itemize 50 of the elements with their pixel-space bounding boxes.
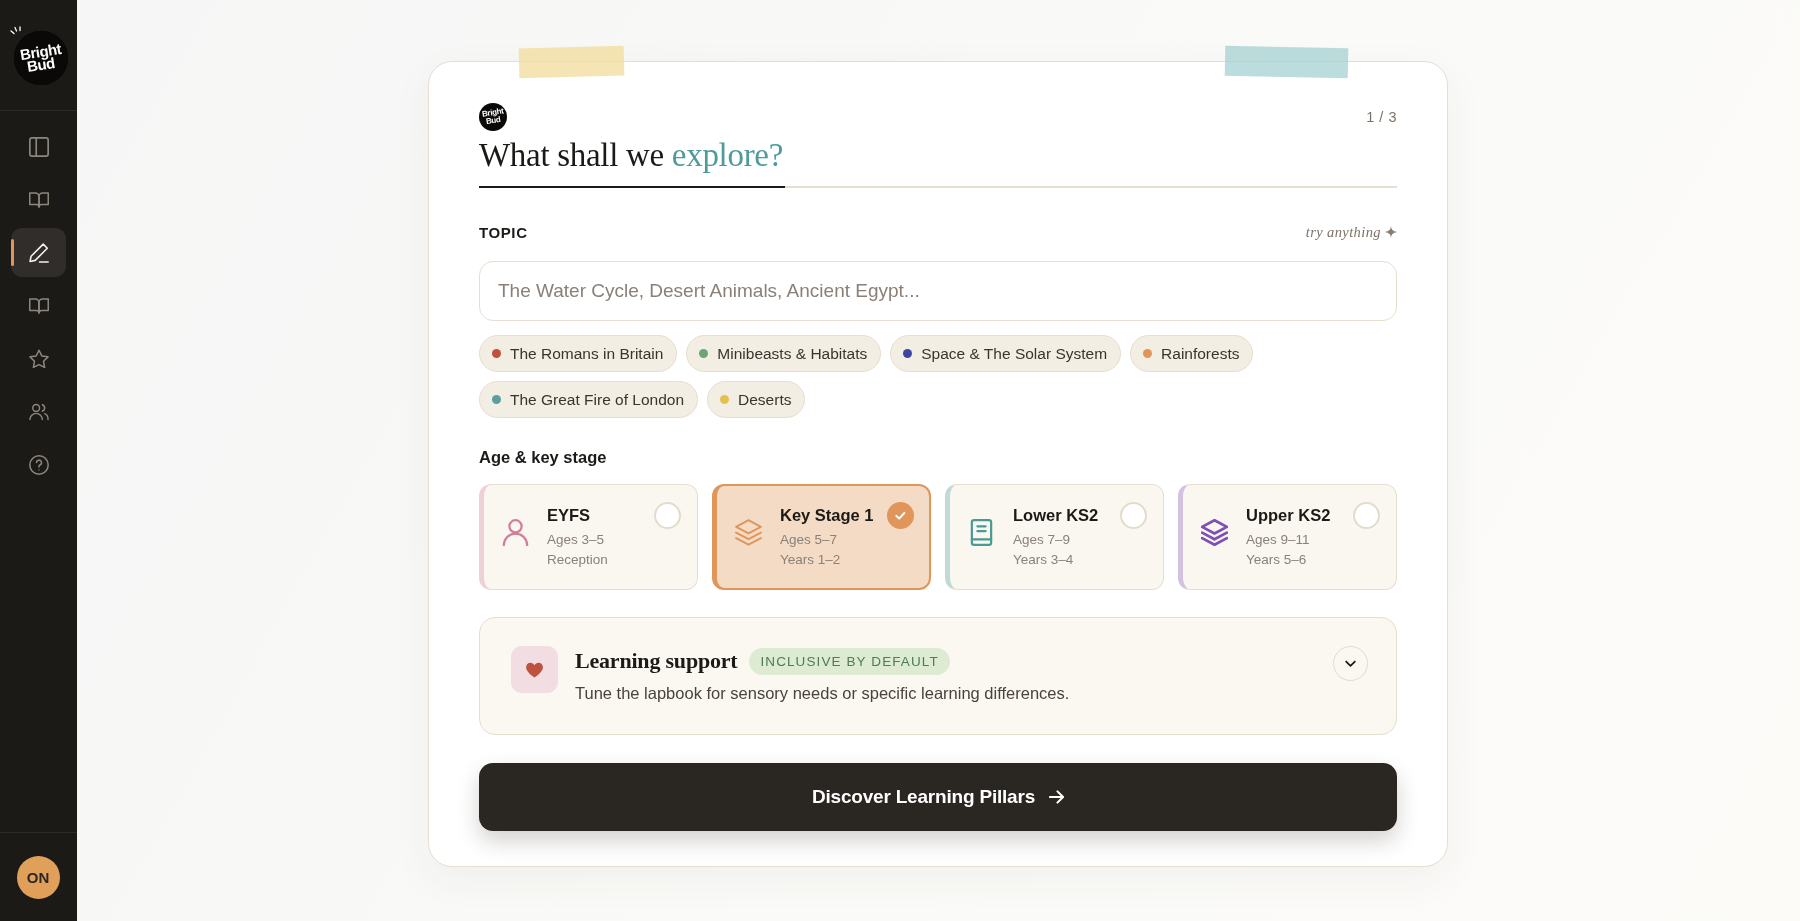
arrow-right-icon (1049, 790, 1065, 804)
option-title: Lower KS2 (1013, 505, 1099, 526)
section-label: Age & key stage (479, 447, 608, 468)
radio-empty-icon (654, 502, 681, 529)
option-detail: Years 3–4 (1013, 551, 1074, 569)
topic-chip[interactable]: The Romans in Britain (479, 335, 678, 372)
chevron-down-icon (1345, 660, 1356, 667)
topic-chip[interactable]: Minibeasts & Habitats (686, 335, 882, 372)
pencil-icon (28, 242, 49, 263)
option-detail: Ages 9–11 (1246, 531, 1310, 549)
section-title: Learning support (575, 647, 738, 675)
age-option-card[interactable]: Upper KS2 Ages 9–11 Years 5–6 (1178, 484, 1397, 590)
panel-icon (28, 136, 49, 157)
topic-input[interactable]: The Water Cycle, Desert Animals, Ancient Egypt... (479, 261, 1397, 321)
brand-logo: Bright Bud (479, 103, 507, 131)
users-icon (28, 401, 49, 422)
hint-text: try anything (1305, 223, 1381, 241)
status-badge: INCLUSIVE BY DEFAULT (749, 647, 950, 675)
option-detail: Ages 5–7 (780, 531, 838, 549)
age-option-card[interactable]: EYFS Ages 3–5 Reception (479, 484, 698, 590)
option-detail: Ages 3–5 (547, 531, 605, 549)
star-icon (28, 348, 49, 369)
topic-chip[interactable]: The Great Fire of London (479, 381, 699, 418)
option-detail: Ages 7–9 (1013, 531, 1071, 549)
primary-button[interactable]: Discover Learning Pillars (479, 763, 1397, 831)
topic-chip[interactable]: Space & The Solar System (890, 335, 1122, 372)
option-detail: Years 1–2 (780, 551, 841, 569)
option-title: EYFS (547, 505, 591, 526)
book-icon (28, 189, 49, 210)
radio-empty-icon (1120, 502, 1147, 529)
step-counter: 1 / 3 (1366, 109, 1397, 125)
topic-chip[interactable]: Rainforests (1130, 335, 1254, 372)
sparkle-icon (1385, 226, 1397, 238)
nav-button[interactable] (11, 228, 66, 277)
age-option-card[interactable]: Lower KS2 Ages 7–9 Years 3–4 (945, 484, 1164, 590)
option-title: Key Stage 1 (780, 505, 874, 526)
option-title: Upper KS2 (1246, 505, 1331, 526)
option-detail: Years 5–6 (1246, 551, 1307, 569)
user-avatar[interactable]: ON (16, 855, 60, 899)
book-icon (28, 295, 49, 316)
radio-checked-icon (886, 502, 914, 529)
section-description: Tune the lapbook for sensory needs or specific learning differences. (575, 683, 1071, 704)
brand-logo[interactable]: Bright Bud (7, 25, 68, 85)
option-detail: Reception (547, 551, 608, 569)
topic-chip[interactable]: Deserts (707, 381, 806, 418)
radio-empty-icon (1353, 502, 1380, 529)
page-title: What shall we explore? (479, 136, 785, 175)
field-label: TOPIC (479, 223, 528, 241)
help-icon (28, 454, 49, 475)
age-option-card[interactable]: Key Stage 1 Ages 5–7 Years 1–2 (712, 484, 931, 590)
